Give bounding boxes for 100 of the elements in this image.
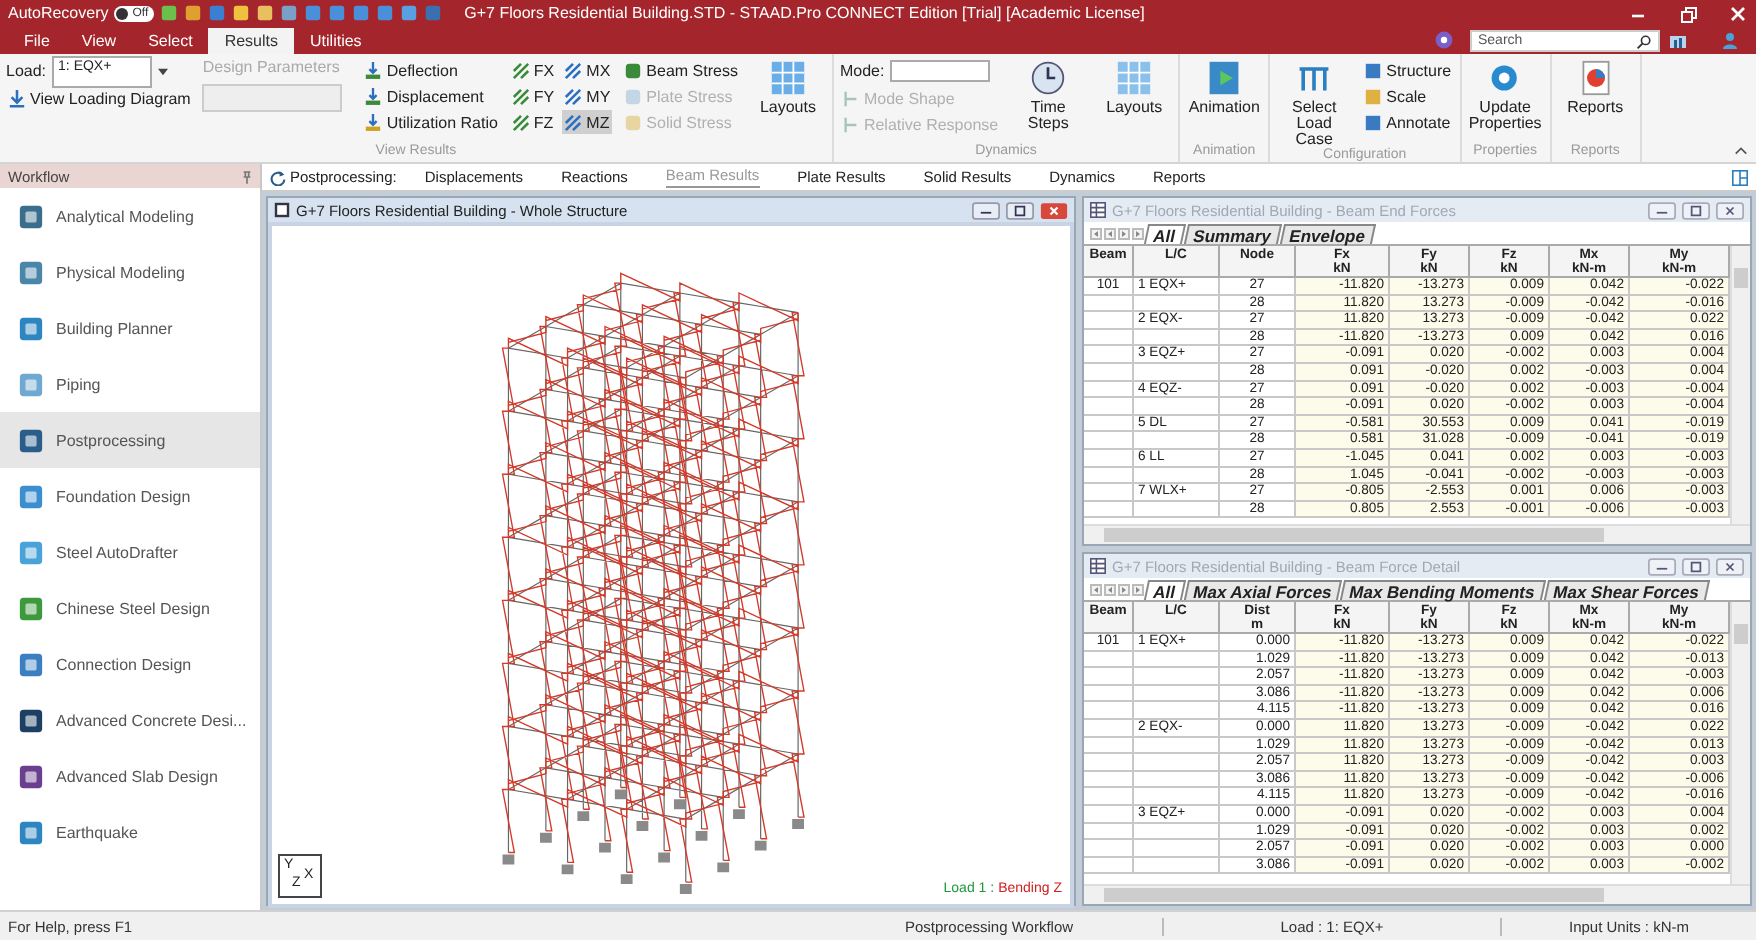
table-cell xyxy=(1134,823,1220,841)
autorecovery-label: AutoRecovery xyxy=(8,4,109,22)
close-icon[interactable] xyxy=(1040,201,1068,219)
restore-icon[interactable] xyxy=(1678,3,1698,23)
table-cell xyxy=(1134,754,1220,772)
workflow-item[interactable]: Analytical Modeling xyxy=(0,188,260,244)
stress-button[interactable]: Beam Stress xyxy=(622,58,740,82)
result-type-button[interactable]: Displacement xyxy=(362,84,500,108)
workflow-item[interactable]: Advanced Concrete Desi... xyxy=(0,692,260,748)
sheet-tab[interactable]: All xyxy=(1143,579,1186,599)
table-cell xyxy=(1084,737,1134,755)
help-icon[interactable] xyxy=(1434,30,1454,50)
sheet-tab[interactable]: Envelope xyxy=(1279,223,1375,243)
reports-button[interactable]: Reports xyxy=(1557,58,1634,116)
select-load-case-button[interactable]: Select Load Case xyxy=(1276,58,1353,148)
table-cell xyxy=(1084,685,1134,703)
force-button[interactable]: FY xyxy=(509,84,557,108)
navigation-arrow-icon[interactable] xyxy=(1104,583,1116,595)
workflow-item[interactable]: Physical Modeling xyxy=(0,244,260,300)
maximize-icon[interactable] xyxy=(1682,557,1710,575)
maximize-icon[interactable] xyxy=(1682,201,1710,219)
layouts-button[interactable]: Layouts xyxy=(1096,58,1173,116)
close-icon[interactable] xyxy=(1716,557,1744,575)
minimize-icon[interactable] xyxy=(972,201,1000,219)
people-icon[interactable] xyxy=(1668,30,1688,50)
force-button[interactable]: MZ xyxy=(562,110,613,134)
layouts-button[interactable]: Layouts xyxy=(749,58,826,116)
load-label: Load: xyxy=(6,62,47,80)
workflow-item[interactable]: Piping xyxy=(0,356,260,412)
refresh-icon xyxy=(270,169,286,185)
menu-tab[interactable]: Select xyxy=(132,28,209,54)
workflow-item[interactable]: Chinese Steel Design xyxy=(0,580,260,636)
panel-icon[interactable] xyxy=(1732,169,1748,185)
hatch-icon xyxy=(511,113,530,131)
workflow-item[interactable]: Advanced Slab Design xyxy=(0,748,260,804)
force-button[interactable]: MY xyxy=(562,84,613,108)
square-icon xyxy=(1364,113,1383,131)
workflow-item[interactable]: Connection Design xyxy=(0,636,260,692)
vertical-scrollbar[interactable] xyxy=(1730,246,1750,524)
workflow-item[interactable]: Building Planner xyxy=(0,300,260,356)
menu-tab[interactable]: Results xyxy=(208,28,295,54)
arrow-down-icon xyxy=(364,113,383,131)
horizontal-scrollbar[interactable] xyxy=(1084,884,1750,904)
table-cell xyxy=(1134,432,1220,450)
menu-tab[interactable]: View xyxy=(65,28,133,54)
square-icon xyxy=(1364,61,1383,79)
sheet-tab[interactable]: Max Shear Forces xyxy=(1543,579,1709,599)
table-cell xyxy=(1134,467,1220,485)
horizontal-scrollbar[interactable] xyxy=(1084,524,1750,544)
configuration-button[interactable]: Scale xyxy=(1362,84,1454,108)
mode-dropdown[interactable] xyxy=(890,60,991,82)
pin-icon[interactable] xyxy=(242,169,252,183)
navigation-arrow-icon[interactable] xyxy=(1132,227,1144,239)
table-cell xyxy=(1084,501,1134,519)
menu-tab[interactable]: File xyxy=(8,28,66,54)
view-loading-diagram-button[interactable]: View Loading Diagram xyxy=(6,86,193,110)
time-steps-button[interactable]: Time Steps xyxy=(1010,58,1087,132)
configuration-button[interactable]: Annotate xyxy=(1362,110,1454,134)
table-cell xyxy=(1134,363,1220,382)
vertical-scrollbar[interactable] xyxy=(1730,602,1750,884)
workflow-item[interactable]: Postprocessing xyxy=(0,412,260,468)
table-cell xyxy=(1084,432,1134,450)
result-type-button[interactable]: Utilization Ratio xyxy=(362,110,500,134)
workflow-item[interactable]: Foundation Design xyxy=(0,468,260,524)
close-icon[interactable] xyxy=(1716,201,1744,219)
film-play-icon xyxy=(1206,60,1243,96)
table-cell xyxy=(1084,840,1134,858)
table-cell xyxy=(1084,754,1134,772)
navigation-arrow-icon[interactable] xyxy=(1104,227,1116,239)
force-button[interactable]: FX xyxy=(509,58,557,82)
menu-tab[interactable]: Utilities xyxy=(294,28,378,54)
chevron-up-icon[interactable] xyxy=(1734,146,1748,156)
table-cell xyxy=(1134,501,1220,519)
sheet-tab[interactable]: Summary xyxy=(1183,223,1282,243)
table-cell xyxy=(1084,484,1134,502)
workflow-item[interactable]: Steel AutoDrafter xyxy=(0,524,260,580)
user-icon[interactable] xyxy=(1720,30,1740,50)
hatch-icon xyxy=(511,87,530,105)
force-button[interactable]: FZ xyxy=(509,110,557,134)
sheet-tab[interactable]: Max Axial Forces xyxy=(1183,579,1343,599)
square-icon xyxy=(1364,87,1383,105)
table-cell xyxy=(1134,737,1220,755)
table-cell xyxy=(1084,346,1134,364)
update-properties-button[interactable]: Update Properties xyxy=(1467,58,1544,132)
configuration-button[interactable]: Structure xyxy=(1362,58,1454,82)
navigation-arrow-icon[interactable] xyxy=(1090,583,1102,595)
result-type-button[interactable]: Deflection xyxy=(362,58,500,82)
table-cell xyxy=(1084,312,1134,330)
workflow-item[interactable]: Earthquake xyxy=(0,804,260,860)
caret-icon[interactable] xyxy=(158,67,169,75)
sheet-tab[interactable]: All xyxy=(1143,223,1186,243)
maximize-icon[interactable] xyxy=(1006,201,1034,219)
animation-button[interactable]: Animation xyxy=(1186,58,1263,116)
navigation-arrow-icon[interactable] xyxy=(1090,227,1102,239)
sheet-tab[interactable]: Max Bending Moments xyxy=(1339,579,1546,599)
square-icon xyxy=(624,113,643,131)
navigation-arrow-icon[interactable] xyxy=(1132,583,1144,595)
navigation-arrow-icon[interactable] xyxy=(1118,227,1130,239)
force-button[interactable]: MX xyxy=(562,58,613,82)
navigation-arrow-icon[interactable] xyxy=(1118,583,1130,595)
